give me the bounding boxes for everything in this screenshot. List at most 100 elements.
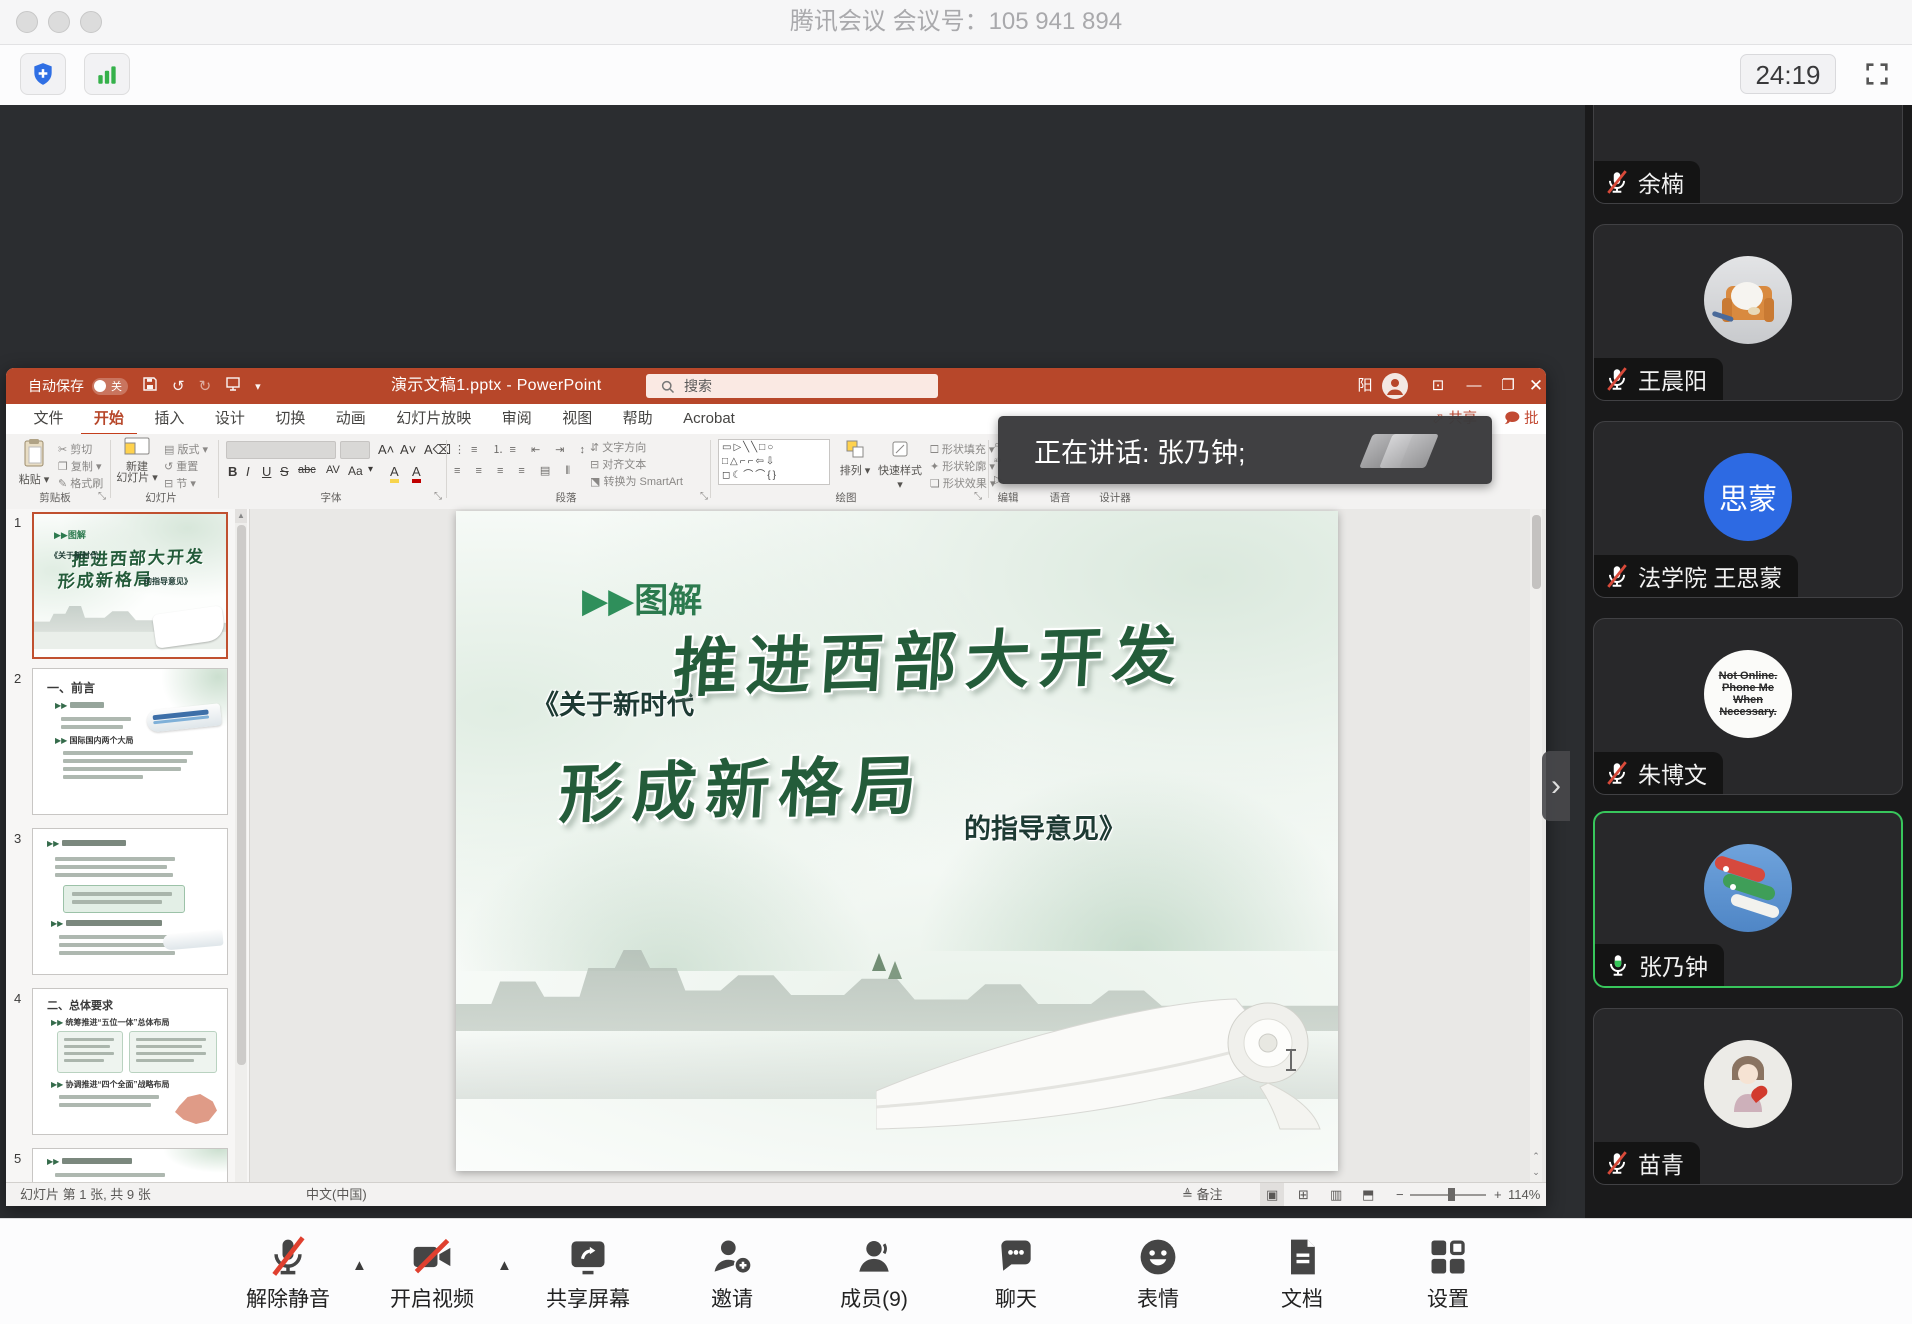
clipboard-dialog-launcher[interactable]: ⤡ xyxy=(98,491,106,502)
shape-outline-button[interactable]: ✦ 形状轮廓 ▾ xyxy=(930,458,995,474)
shrink-font-button[interactable]: A˅ xyxy=(400,442,416,457)
change-case-button[interactable]: Aa xyxy=(348,464,363,478)
slide-sorter-icon[interactable]: ⊞ xyxy=(1298,1183,1309,1206)
zoom-in-button[interactable]: + xyxy=(1494,1183,1502,1206)
format-painter-button[interactable]: ✎ 格式刷 xyxy=(58,475,103,491)
tab-insert[interactable]: 插入 xyxy=(141,404,197,433)
chat-button[interactable]: 聊天 xyxy=(956,1233,1076,1313)
case-dropdown-icon[interactable]: ▾ xyxy=(368,464,373,475)
next-slide-icon[interactable]: ⌄ xyxy=(1530,1167,1542,1178)
settings-button[interactable]: 设置 xyxy=(1388,1233,1508,1313)
slide-scrollbar-thumb[interactable] xyxy=(1532,515,1541,589)
arrange-button[interactable]: 排列 ▾ xyxy=(838,439,872,478)
shape-effects-button[interactable]: ❏ 形状效果 ▾ xyxy=(930,475,996,491)
tab-slideshow[interactable]: 幻灯片放映 xyxy=(383,404,484,433)
slide-scrollbar[interactable]: ⌃ ⌄ xyxy=(1530,509,1542,1182)
ppt-close-icon[interactable]: ✕ xyxy=(1526,368,1546,404)
start-video-button[interactable]: 开启视频 xyxy=(372,1233,492,1313)
network-stats-button[interactable] xyxy=(84,53,130,95)
slide-thumbnail-1[interactable]: ▶▶图解 推进西部大开发 《关于新时代 形成新格局 的指导意见》 xyxy=(32,512,228,659)
align-text-button[interactable]: ⊟ 对齐文本 xyxy=(590,456,646,472)
shapes-gallery[interactable]: ▭▷╲╲□○□△⌐⌐⇦⇩◻☾⌒⌒{} xyxy=(718,439,830,485)
participant-tile[interactable]: 王晨阳 xyxy=(1593,224,1903,401)
quick-styles-button[interactable]: 快速样式 ▾ xyxy=(878,439,922,491)
participant-tile[interactable]: 苗青 xyxy=(1593,1008,1903,1185)
tab-acrobat[interactable]: Acrobat xyxy=(670,404,748,433)
video-options-arrow-icon[interactable]: ▲ xyxy=(497,1257,512,1274)
font-color-button[interactable]: A xyxy=(412,464,421,483)
layout-button[interactable]: ▤ 版式 ▾ xyxy=(164,441,208,457)
unmute-button[interactable]: 解除静音 xyxy=(228,1233,348,1313)
ppt-search-input[interactable]: 搜索 xyxy=(646,374,938,398)
members-button[interactable]: 成员(9) xyxy=(814,1233,934,1313)
ppt-user-avatar[interactable] xyxy=(1382,373,1408,399)
grow-font-button[interactable]: A˄ xyxy=(378,442,394,457)
language-status[interactable]: 中文(中国) xyxy=(306,1183,367,1206)
tab-design[interactable]: 设计 xyxy=(202,404,258,433)
start-slideshow-icon[interactable] xyxy=(225,376,241,396)
slideshow-view-icon[interactable]: ⬒ xyxy=(1362,1183,1374,1206)
tab-animations[interactable]: 动画 xyxy=(323,404,379,433)
clear-formatting-button[interactable]: A⌫ xyxy=(424,442,451,458)
thumbnail-scrollbar[interactable]: ▲ xyxy=(235,509,247,1182)
autosave-toggle[interactable]: 关 xyxy=(92,378,128,395)
cut-button[interactable]: ✂ 剪切 xyxy=(58,441,92,457)
slide-thumbnail-2[interactable]: 一、前言 ▶▶ ▶▶ 国际国内两个大局 xyxy=(32,668,228,815)
qat-dropdown-icon[interactable]: ▾ xyxy=(255,380,261,393)
slide-canvas[interactable]: ▶▶图解 《关于新时代 推进西部大开发 形成新格局 的指导意见》 xyxy=(456,511,1338,1171)
strike-abc-button[interactable]: abc xyxy=(298,464,316,476)
notes-button[interactable]: ≜ 备注 xyxy=(1182,1183,1223,1206)
share-screen-button[interactable]: 共享屏幕 xyxy=(528,1233,648,1313)
ribbon-display-options-icon[interactable]: ⊡ xyxy=(1426,368,1450,404)
reset-button[interactable]: ↺ 重置 xyxy=(164,458,198,474)
documents-button[interactable]: 文档 xyxy=(1242,1233,1362,1313)
tab-transitions[interactable]: 切换 xyxy=(262,404,318,433)
scroll-up-icon[interactable]: ▲ xyxy=(235,509,247,523)
tab-help[interactable]: 帮助 xyxy=(610,404,666,433)
invite-button[interactable]: 邀请 xyxy=(672,1233,792,1313)
font-size-select[interactable] xyxy=(340,441,370,459)
highlight-color-button[interactable]: A xyxy=(390,464,399,483)
thumbnail-scrollbar-thumb[interactable] xyxy=(237,525,246,1065)
fullscreen-button[interactable] xyxy=(1854,53,1900,95)
reading-view-icon[interactable]: ▥ xyxy=(1330,1183,1342,1206)
undo-icon[interactable]: ↺ xyxy=(172,377,185,395)
sidebar-collapse-handle[interactable]: › xyxy=(1542,751,1570,821)
underline-button[interactable]: U xyxy=(262,464,271,479)
tab-file[interactable]: 文件 xyxy=(20,404,76,433)
mic-options-arrow-icon[interactable]: ▲ xyxy=(352,1257,367,1274)
participant-tile[interactable]: 余楠 xyxy=(1593,105,1903,204)
ppt-minimize-icon[interactable]: — xyxy=(1462,368,1486,404)
bold-button[interactable]: B xyxy=(228,464,237,479)
zoom-percent[interactable]: 114% xyxy=(1508,1183,1540,1206)
text-direction-button[interactable]: ⇵ 文字方向 xyxy=(590,439,646,455)
char-spacing-button[interactable]: AV xyxy=(326,464,340,476)
smartart-button[interactable]: ⬔ 转换为 SmartArt xyxy=(590,473,683,489)
slide-thumbnail-5[interactable]: ▶▶ xyxy=(32,1148,228,1182)
font-name-select[interactable] xyxy=(226,441,336,459)
ppt-restore-icon[interactable]: ❐ xyxy=(1496,368,1520,404)
zoom-slider-thumb[interactable] xyxy=(1448,1188,1455,1201)
paragraph-dialog-launcher[interactable]: ⤡ xyxy=(700,491,708,502)
italic-button[interactable]: I xyxy=(246,464,250,479)
participant-tile-speaking[interactable]: 张乃钟 xyxy=(1593,811,1903,988)
previous-slide-icon[interactable]: ⌃ xyxy=(1530,1151,1542,1162)
strikethrough-button[interactable]: S xyxy=(280,464,289,479)
tab-view[interactable]: 视图 xyxy=(549,404,605,433)
drawing-dialog-launcher[interactable]: ⤡ xyxy=(974,491,982,502)
paste-button[interactable]: 粘贴 ▾ xyxy=(16,438,52,487)
font-dialog-launcher[interactable]: ⤡ xyxy=(434,491,442,502)
save-icon[interactable] xyxy=(142,376,158,396)
participant-tile[interactable]: 思蒙 法学院 王思蒙 xyxy=(1593,421,1903,598)
redo-icon[interactable]: ↻ xyxy=(199,377,212,395)
normal-view-icon[interactable]: ▣ xyxy=(1260,1183,1284,1206)
copy-button[interactable]: ❐ 复制 ▾ xyxy=(58,458,102,474)
slide-thumbnail-3[interactable]: ▶▶ ▶▶ xyxy=(32,828,228,975)
shape-fill-button[interactable]: 🞏 形状填充 ▾ xyxy=(930,441,994,457)
emoji-button[interactable]: 表情 xyxy=(1098,1233,1218,1313)
ppt-comments-button[interactable]: 🗩 批注 xyxy=(1504,404,1546,434)
security-button[interactable] xyxy=(20,53,66,95)
tab-review[interactable]: 审阅 xyxy=(489,404,545,433)
participant-tile[interactable]: Not Online. Phone Me When Necessary. 朱博文 xyxy=(1593,618,1903,795)
new-slide-button[interactable]: 新建幻灯片 ▾ xyxy=(116,437,158,484)
